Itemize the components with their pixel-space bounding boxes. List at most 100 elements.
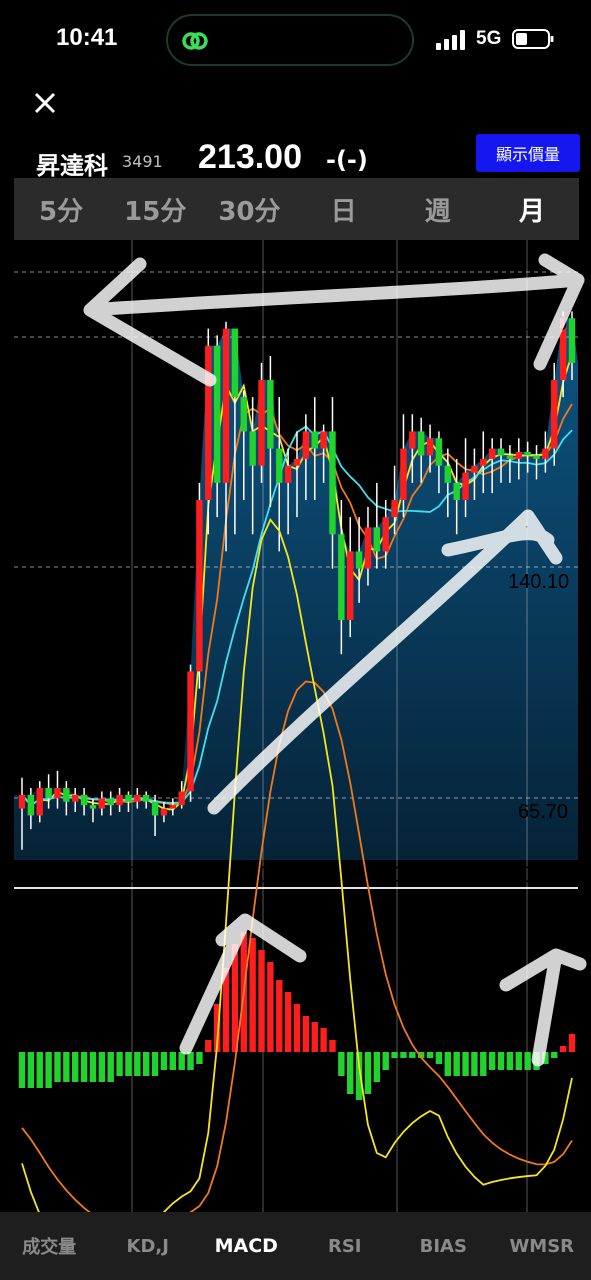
candle-body [36, 788, 43, 816]
period-tabs: 5分 15分 30分 日 週 月 [14, 178, 579, 240]
candle-body [196, 500, 203, 672]
macd-bar [515, 1052, 522, 1070]
battery-icon [512, 29, 554, 49]
candle-body [515, 452, 522, 459]
tab-bias[interactable]: BIAS [394, 1212, 493, 1280]
candle-body [453, 482, 460, 500]
candle-body [107, 798, 114, 806]
macd-bar [409, 1052, 416, 1058]
dynamic-island[interactable] [166, 14, 414, 66]
candle-body [80, 794, 88, 806]
macd-bar [178, 1052, 185, 1070]
tab-5min[interactable]: 5分 [14, 178, 108, 240]
candle-body [364, 527, 372, 569]
tab-30min[interactable]: 30分 [202, 178, 296, 240]
macd-bar [98, 1052, 106, 1082]
macd-bar [347, 1052, 354, 1094]
macd-bar [134, 1052, 141, 1076]
macd-bar [187, 1052, 194, 1070]
candle-body [187, 671, 194, 792]
price-label-low: 65.70 [518, 801, 568, 823]
macd-bar [284, 992, 292, 1052]
candle-body [240, 397, 247, 432]
signal-icon [436, 30, 465, 50]
candle-body [471, 465, 478, 473]
candle-body [373, 527, 381, 552]
macd-bar [391, 1052, 398, 1058]
candle-body [134, 794, 141, 802]
date-label-21: '21/01 [92, 862, 151, 887]
candle-body [347, 551, 354, 620]
candle-body [551, 380, 558, 449]
macd-bar [72, 1052, 79, 1082]
candle-body [249, 431, 256, 466]
macd-bar [480, 1052, 487, 1076]
candle-body [542, 448, 549, 459]
tab-rsi[interactable]: RSI [296, 1212, 395, 1280]
macd-bar [205, 1040, 212, 1052]
candle-body [524, 452, 531, 456]
tab-wmsr[interactable]: WMSR [493, 1212, 591, 1280]
macd-bar [373, 1052, 381, 1082]
macd-bar [54, 1052, 61, 1082]
price-chart[interactable]: 214.70 140.10 65.70 '21/01 '22/01 '23/01… [0, 240, 591, 1212]
candle-body [329, 431, 336, 535]
candle-body [89, 805, 97, 809]
macd-bar [89, 1052, 97, 1082]
macd-bar [329, 1040, 336, 1052]
candle-body [417, 431, 425, 456]
macd-bar [568, 1034, 576, 1052]
tab-volume[interactable]: 成交量 [0, 1212, 99, 1280]
macd-bar [400, 1052, 407, 1058]
macd-bar [293, 1004, 301, 1052]
candle-body [311, 431, 318, 449]
candle-body [151, 801, 159, 816]
macd-bar [276, 980, 283, 1052]
tab-kdj[interactable]: KD,J [99, 1212, 198, 1280]
macd-bar [497, 1052, 505, 1070]
macd-bar [382, 1052, 389, 1070]
close-icon[interactable] [30, 88, 60, 118]
show-volume-button[interactable]: 顯示價量 [476, 134, 580, 172]
candle-body [63, 788, 70, 802]
candle-body [391, 500, 398, 518]
candle-body [45, 788, 52, 799]
candle-body [462, 472, 469, 500]
candle-body [125, 794, 132, 802]
candle-body [506, 455, 514, 459]
candle-body [293, 458, 301, 466]
tab-week[interactable]: 週 [391, 178, 485, 240]
macd-bar [444, 1052, 452, 1076]
candle-body [435, 438, 443, 466]
macd-bar [36, 1052, 43, 1088]
macd-bar [63, 1052, 70, 1082]
macd-bar [107, 1052, 114, 1082]
macd-bar [462, 1052, 469, 1076]
candle-body [409, 431, 416, 449]
macd-bar [453, 1052, 460, 1076]
candle-body [18, 794, 26, 809]
candle-body [355, 551, 363, 569]
price-label-mid: 140.10 [508, 571, 569, 593]
macd-bar [426, 1052, 434, 1058]
candle-body [568, 318, 576, 363]
date-label-24: '24/01 [486, 862, 545, 887]
macd-bar [169, 1052, 177, 1070]
candle-body [98, 798, 106, 809]
candle-body [444, 465, 452, 483]
tab-month[interactable]: 月 [485, 178, 579, 240]
candle-body [302, 431, 310, 459]
candle-body [160, 808, 168, 816]
candle-body [205, 345, 212, 500]
tab-15min[interactable]: 15分 [108, 178, 202, 240]
candle-body [178, 791, 185, 806]
macd-bar [249, 938, 256, 1052]
stock-code: 3491 [122, 152, 163, 171]
stock-change: -(-) [326, 146, 368, 174]
macd-bar [435, 1052, 443, 1064]
tab-macd[interactable]: MACD [197, 1212, 296, 1280]
macd-bar [125, 1052, 132, 1076]
tab-day[interactable]: 日 [297, 178, 391, 240]
candle-body [72, 794, 79, 802]
macd-bar [116, 1052, 123, 1076]
